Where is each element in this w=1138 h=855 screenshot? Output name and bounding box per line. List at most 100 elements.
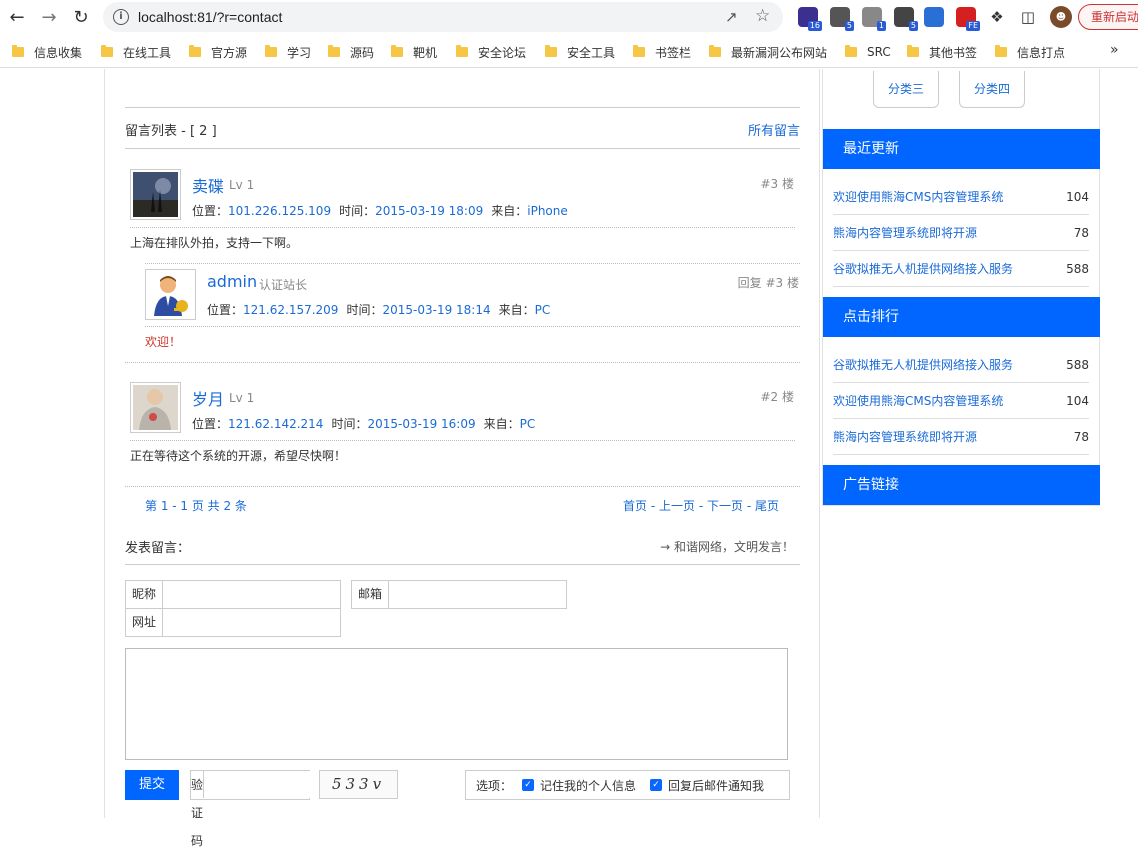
recent-item-link[interactable]: 熊海内容管理系统即将开源 [833, 215, 977, 251]
bookmark-folder[interactable]: 信息打点 [995, 43, 1065, 61]
main-column: 留言列表 - [ 2 ] 所有留言 卖碟 Lv 1 #3 楼 位置：101.22… [104, 69, 820, 848]
message-textarea[interactable] [125, 648, 788, 760]
divider [130, 440, 795, 441]
ext-4-icon[interactable]: 5 [894, 7, 918, 31]
ext-5-icon[interactable] [924, 7, 944, 27]
time-link[interactable]: 2015-03-19 16:09 [367, 417, 475, 431]
prev-page-link[interactable]: 上一页 [659, 499, 695, 513]
bookmark-folder[interactable]: 安全论坛 [456, 43, 526, 61]
bookmark-folder[interactable]: 在线工具 [101, 43, 171, 61]
nickname-field: 昵称 [125, 580, 341, 609]
comment-text: 正在等待这个系统的开源，希望尽快啊！ [130, 449, 347, 463]
comment-meta: 位置：121.62.157.209 时间：2015-03-19 18:14 来自：P… [207, 303, 551, 317]
folder-icon [633, 45, 645, 57]
restart-button[interactable]: 重新启动 [1078, 4, 1138, 30]
divider [145, 263, 800, 264]
ranking-item-link[interactable]: 熊海内容管理系统即将开源 [833, 419, 977, 455]
ext-1-icon[interactable]: 16 [798, 7, 822, 31]
forward-arrow-icon[interactable]: → [38, 6, 60, 28]
bookmark-folder[interactable]: 其他书签 [907, 43, 977, 61]
view-count: 78 [1073, 430, 1089, 444]
time-link[interactable]: 2015-03-19 18:14 [382, 303, 490, 317]
website-label: 网址 [126, 609, 163, 636]
avatar [130, 169, 181, 220]
floor-number: #3 楼 [760, 177, 794, 191]
extension-badge: FE [966, 21, 980, 31]
extension-badge: 5 [908, 21, 918, 31]
email-input[interactable] [389, 581, 566, 608]
profile-avatar[interactable]: ☻ [1050, 6, 1072, 28]
ip-link[interactable]: 121.62.142.214 [228, 417, 323, 431]
source-link[interactable]: iPhone [527, 204, 568, 218]
list-item: 欢迎使用熊海CMS内容管理系统 104 [833, 179, 1089, 215]
source-link[interactable]: PC [535, 303, 551, 317]
back-arrow-icon[interactable]: ← [6, 6, 28, 28]
captcha-label: 验证码 [191, 771, 205, 848]
reload-icon[interactable]: ↻ [70, 6, 92, 28]
last-page-link[interactable]: 尾页 [755, 499, 779, 513]
comment-meta: 位置：121.62.142.214 时间：2015-03-19 16:09 来自：P… [192, 417, 536, 431]
bookmark-folder[interactable]: SRC [845, 43, 891, 61]
next-page-link[interactable]: 下一页 [707, 499, 743, 513]
avatar-photo-icon [133, 385, 178, 430]
bookmark-folder[interactable]: 源码 [328, 43, 374, 61]
notify-checkbox[interactable]: ✓ [650, 779, 663, 791]
ranking-item-link[interactable]: 谷歌拟推无人机提供网络接入服务 [833, 347, 1013, 383]
recent-item-link[interactable]: 欢迎使用熊海CMS内容管理系统 [833, 179, 1003, 215]
address-bar[interactable]: i localhost:81/?r=contact ↗ ☆ [103, 2, 783, 32]
ip-link[interactable]: 101.226.125.109 [228, 204, 331, 218]
website-field: 网址 [125, 608, 341, 637]
ext-3-icon[interactable]: 1 [862, 7, 886, 31]
floor-number: 回复 #3 楼 [737, 276, 799, 290]
url-text[interactable]: localhost:81/?r=contact [138, 9, 282, 25]
options-box: 选项： ✓ 记住我的个人信息 ✓ 回复后邮件通知我 [465, 770, 790, 800]
bookmark-folder[interactable]: 学习 [265, 43, 311, 61]
view-count: 588 [1066, 262, 1089, 276]
folder-icon [391, 45, 403, 57]
comments-title: 留言列表 - [ 2 ] [125, 124, 217, 139]
list-item: 谷歌拟推无人机提供网络接入服务 588 [833, 251, 1089, 287]
side-panel-icon[interactable]: ◫ [1017, 6, 1039, 28]
bookmark-folder[interactable]: 最新漏洞公布网站 [709, 43, 827, 61]
ranking-item-link[interactable]: 欢迎使用熊海CMS内容管理系统 [833, 383, 1003, 419]
bookmark-star-icon[interactable]: ☆ [755, 6, 770, 26]
ip-link[interactable]: 121.62.157.209 [243, 303, 338, 317]
ext-2-icon[interactable]: 5 [830, 7, 854, 31]
all-comments-link[interactable]: 所有留言 [748, 120, 800, 139]
folder-icon [456, 45, 468, 57]
remember-checkbox[interactable]: ✓ [522, 779, 535, 791]
first-page-link[interactable]: 首页 [623, 499, 647, 513]
reply-author[interactable]: admin [207, 272, 257, 291]
bookmark-label: 靶机 [413, 45, 438, 60]
folder-icon [907, 45, 919, 57]
bookmark-folder[interactable]: 安全工具 [545, 43, 615, 61]
share-icon[interactable]: ↗ [725, 8, 738, 26]
source-link[interactable]: PC [520, 417, 536, 431]
user-level: Lv 1 [229, 391, 255, 405]
captcha-image[interactable]: 533v [319, 770, 398, 799]
website-input[interactable] [163, 609, 340, 636]
comment-author[interactable]: 岁月 [192, 386, 224, 410]
category-4-button[interactable]: 分类四 [959, 71, 1025, 108]
divider [125, 362, 800, 363]
captcha-field: 验证码 [190, 770, 382, 848]
bookmark-label: 书签栏 [655, 45, 692, 60]
list-item: 熊海内容管理系统即将开源 78 [833, 215, 1089, 251]
site-info-icon[interactable]: i [113, 9, 129, 25]
time-link[interactable]: 2015-03-19 18:09 [375, 204, 483, 218]
ext-6-icon[interactable]: FE [956, 7, 980, 31]
nickname-input[interactable] [163, 581, 340, 608]
submit-button[interactable]: 提交 [125, 770, 179, 800]
extensions-puzzle-icon[interactable]: ❖ [986, 6, 1008, 28]
bookmark-label: 最新漏洞公布网站 [731, 45, 828, 60]
category-3-button[interactable]: 分类三 [873, 71, 939, 108]
bookmark-folder[interactable]: 官方源 [189, 43, 247, 61]
more-bookmarks-icon[interactable]: » [1110, 42, 1119, 58]
view-count: 104 [1066, 394, 1089, 408]
bookmark-folder[interactable]: 信息收集 [12, 43, 82, 61]
bookmark-folder[interactable]: 靶机 [391, 43, 437, 61]
extension-badge: 1 [876, 21, 886, 31]
comment-author[interactable]: 卖碟 [192, 173, 224, 197]
bookmark-folder[interactable]: 书签栏 [633, 43, 691, 61]
recent-item-link[interactable]: 谷歌拟推无人机提供网络接入服务 [833, 251, 1013, 287]
